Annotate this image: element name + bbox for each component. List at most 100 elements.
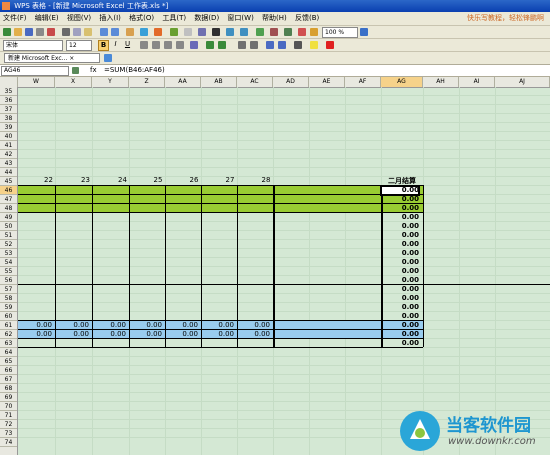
- document-tab[interactable]: 新建 Microsoft Exc... ×: [4, 53, 100, 63]
- print-icon[interactable]: [36, 28, 44, 36]
- row-header[interactable]: 58: [0, 294, 17, 303]
- row62-cell[interactable]: 0.00: [92, 330, 126, 339]
- settlement-cell[interactable]: 0.00: [381, 294, 419, 303]
- zoom-select[interactable]: 100 %: [322, 27, 358, 38]
- select-all-corner[interactable]: [0, 77, 18, 87]
- menu-tools[interactable]: 工具(T): [159, 12, 189, 25]
- currency-icon[interactable]: [206, 41, 214, 49]
- row62-cell[interactable]: 0.00: [201, 330, 234, 339]
- column-header[interactable]: AB: [201, 77, 237, 87]
- row-header[interactable]: 67: [0, 375, 17, 384]
- menu-insert[interactable]: 插入(I): [96, 12, 124, 25]
- active-cell[interactable]: 0.00: [380, 185, 420, 196]
- indent-icon[interactable]: [278, 41, 286, 49]
- february-settlement-header[interactable]: 二月结算: [381, 177, 423, 186]
- row61-cell[interactable]: 0.00: [165, 321, 198, 330]
- day-label-24[interactable]: 24: [104, 176, 141, 185]
- justify-icon[interactable]: [176, 41, 184, 49]
- row-header[interactable]: 38: [0, 114, 17, 123]
- settlement-cell[interactable]: 0.00: [381, 330, 419, 339]
- search-icon[interactable]: [72, 67, 79, 74]
- bold-button[interactable]: B: [98, 40, 109, 51]
- font-color-icon[interactable]: [326, 41, 334, 49]
- row62-cell[interactable]: 0.00: [237, 330, 270, 339]
- menu-help[interactable]: 帮助(H): [259, 12, 290, 25]
- day-label-28[interactable]: 28: [248, 176, 284, 185]
- align-right-icon[interactable]: [164, 41, 172, 49]
- link-icon[interactable]: [198, 28, 206, 36]
- row-header[interactable]: 65: [0, 357, 17, 366]
- font-size-select[interactable]: 12: [66, 40, 92, 51]
- fx-button[interactable]: fx: [90, 65, 97, 76]
- merge-center-icon[interactable]: [190, 41, 198, 49]
- column-header[interactable]: AH: [423, 77, 459, 87]
- row-header[interactable]: 55: [0, 267, 17, 276]
- row-header[interactable]: 53: [0, 249, 17, 258]
- font-name-select[interactable]: 宋体: [3, 40, 63, 51]
- row61-cell[interactable]: 0.00: [237, 321, 270, 330]
- sheet-grid[interactable]: 22 23 24 25 26 27 28 二月结算 0.00 0.00 0.00…: [18, 87, 550, 455]
- column-header[interactable]: AI: [459, 77, 495, 87]
- menu-file[interactable]: 文件(F): [0, 12, 30, 25]
- row62-cell[interactable]: 0.00: [55, 330, 89, 339]
- day-label-27[interactable]: 27: [212, 176, 248, 185]
- row-header[interactable]: 45: [0, 177, 17, 186]
- row-header[interactable]: 73: [0, 429, 17, 438]
- settlement-cell[interactable]: 0.00: [381, 339, 419, 348]
- freeze-icon[interactable]: [284, 28, 292, 36]
- column-header[interactable]: W: [18, 77, 55, 87]
- row-header[interactable]: 63: [0, 339, 17, 348]
- menu-view[interactable]: 视图(V): [64, 12, 94, 25]
- column-header[interactable]: AD: [273, 77, 309, 87]
- outdent-icon[interactable]: [266, 41, 274, 49]
- insert-chart-icon[interactable]: [256, 28, 264, 36]
- align-left-icon[interactable]: [140, 41, 148, 49]
- row-header[interactable]: 54: [0, 258, 17, 267]
- menu-window[interactable]: 窗口(W): [224, 12, 256, 25]
- settlement-cell[interactable]: 0.00: [381, 312, 419, 321]
- row61-cell[interactable]: 0.00: [18, 321, 52, 330]
- help-icon[interactable]: [360, 28, 368, 36]
- find-icon[interactable]: [140, 28, 148, 36]
- settlement-cell[interactable]: 0.00: [381, 285, 419, 294]
- settlement-cell[interactable]: 0.00: [381, 276, 419, 285]
- column-header[interactable]: AJ: [495, 77, 550, 87]
- settlement-cell[interactable]: 0.00: [381, 267, 419, 276]
- open-icon[interactable]: [14, 28, 22, 36]
- row-header[interactable]: 62: [0, 330, 17, 339]
- save-icon[interactable]: [25, 28, 33, 36]
- row61-cell[interactable]: 0.00: [92, 321, 126, 330]
- day-label-25[interactable]: 25: [140, 176, 176, 185]
- underline-button[interactable]: U: [123, 40, 132, 49]
- settlement-cell[interactable]: 0.00: [381, 258, 419, 267]
- settlement-cell[interactable]: 0.00: [381, 204, 419, 213]
- settlement-cell[interactable]: 0.00: [381, 240, 419, 249]
- settlement-cell[interactable]: 0.00: [381, 231, 419, 240]
- row-header[interactable]: 68: [0, 384, 17, 393]
- undo-icon[interactable]: [100, 28, 108, 36]
- italic-button[interactable]: I: [111, 40, 120, 49]
- menu-feedback[interactable]: 反馈(B): [292, 12, 322, 25]
- name-box[interactable]: AG46: [1, 66, 69, 76]
- borders-icon[interactable]: [294, 41, 302, 49]
- row62-cell[interactable]: 0.00: [18, 330, 52, 339]
- column-header[interactable]: Z: [129, 77, 165, 87]
- row-header[interactable]: 50: [0, 222, 17, 231]
- row-header[interactable]: 37: [0, 105, 17, 114]
- autosum-icon[interactable]: [212, 28, 220, 36]
- row-header[interactable]: 47: [0, 195, 17, 204]
- percent-icon[interactable]: [218, 41, 226, 49]
- column-header-selected[interactable]: AG: [381, 77, 423, 87]
- decrease-decimal-icon[interactable]: [238, 41, 246, 49]
- row-header[interactable]: 48: [0, 204, 17, 213]
- redo-icon[interactable]: [111, 28, 119, 36]
- picture-icon[interactable]: [298, 28, 306, 36]
- row-header[interactable]: 43: [0, 159, 17, 168]
- fill-color-icon[interactable]: [310, 41, 318, 49]
- row-header[interactable]: 69: [0, 393, 17, 402]
- settlement-cell[interactable]: 0.00: [381, 321, 419, 330]
- row-header[interactable]: 64: [0, 348, 17, 357]
- row-header[interactable]: 51: [0, 231, 17, 240]
- cut-icon[interactable]: [62, 28, 70, 36]
- row-header[interactable]: 57: [0, 285, 17, 294]
